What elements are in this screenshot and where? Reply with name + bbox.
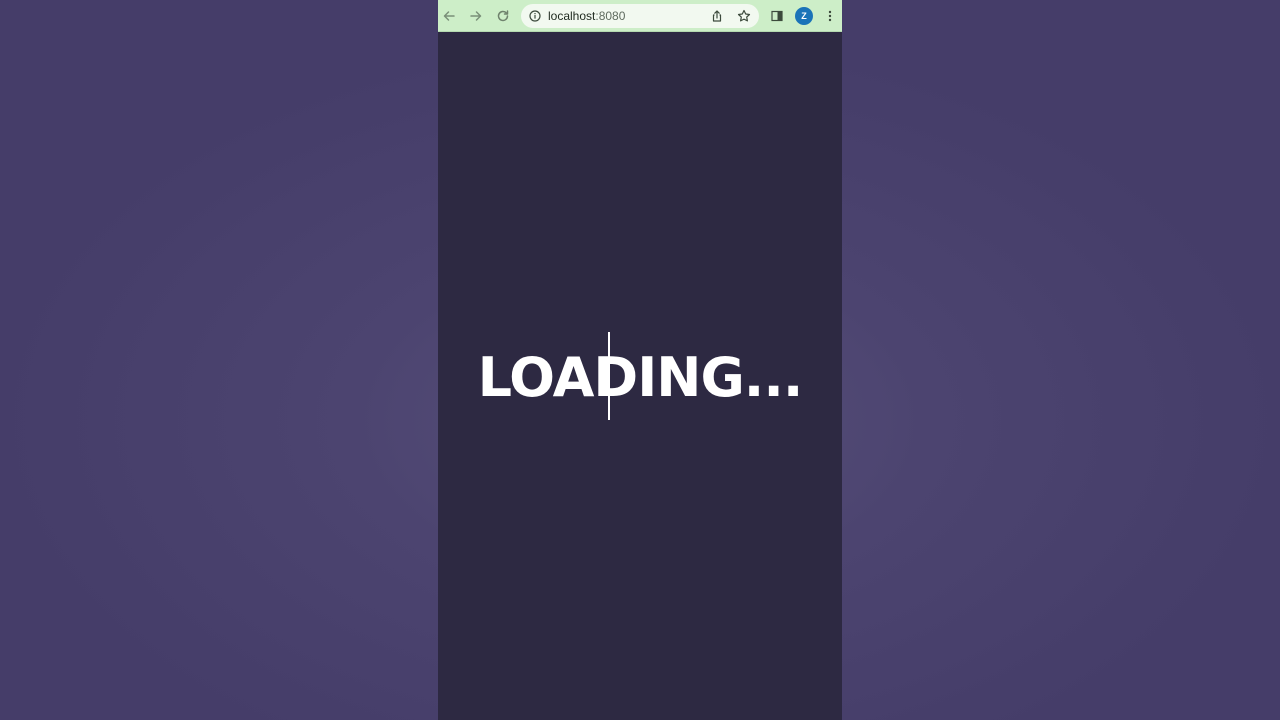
- info-circle-icon[interactable]: [529, 10, 541, 22]
- menu-button[interactable]: [820, 6, 840, 26]
- arrow-right-icon: [470, 11, 482, 21]
- bookmark-button[interactable]: [734, 6, 754, 26]
- forward-button[interactable]: [466, 6, 486, 26]
- url-port: :8080: [595, 9, 626, 23]
- loading-text: LOADING...: [477, 346, 804, 409]
- reload-icon: [497, 10, 509, 22]
- reload-button[interactable]: [493, 6, 513, 26]
- page-content: LOADING...: [438, 32, 842, 720]
- profile-avatar[interactable]: Z: [795, 7, 813, 25]
- vertical-cursor-line: [608, 332, 610, 420]
- url-text: localhost:8080: [548, 9, 625, 23]
- browser-window: localhost:8080 Z LOADING...: [438, 0, 842, 720]
- star-icon: [737, 9, 751, 22]
- share-button[interactable]: [707, 6, 727, 26]
- share-icon: [712, 10, 722, 22]
- url-host: localhost: [548, 9, 596, 23]
- side-panel-icon: [771, 10, 783, 22]
- arrow-left-icon: [443, 11, 455, 21]
- back-button[interactable]: [439, 6, 459, 26]
- side-panel-button[interactable]: [767, 6, 787, 26]
- browser-toolbar: localhost:8080 Z: [438, 0, 842, 32]
- kebab-menu-icon: [828, 10, 832, 22]
